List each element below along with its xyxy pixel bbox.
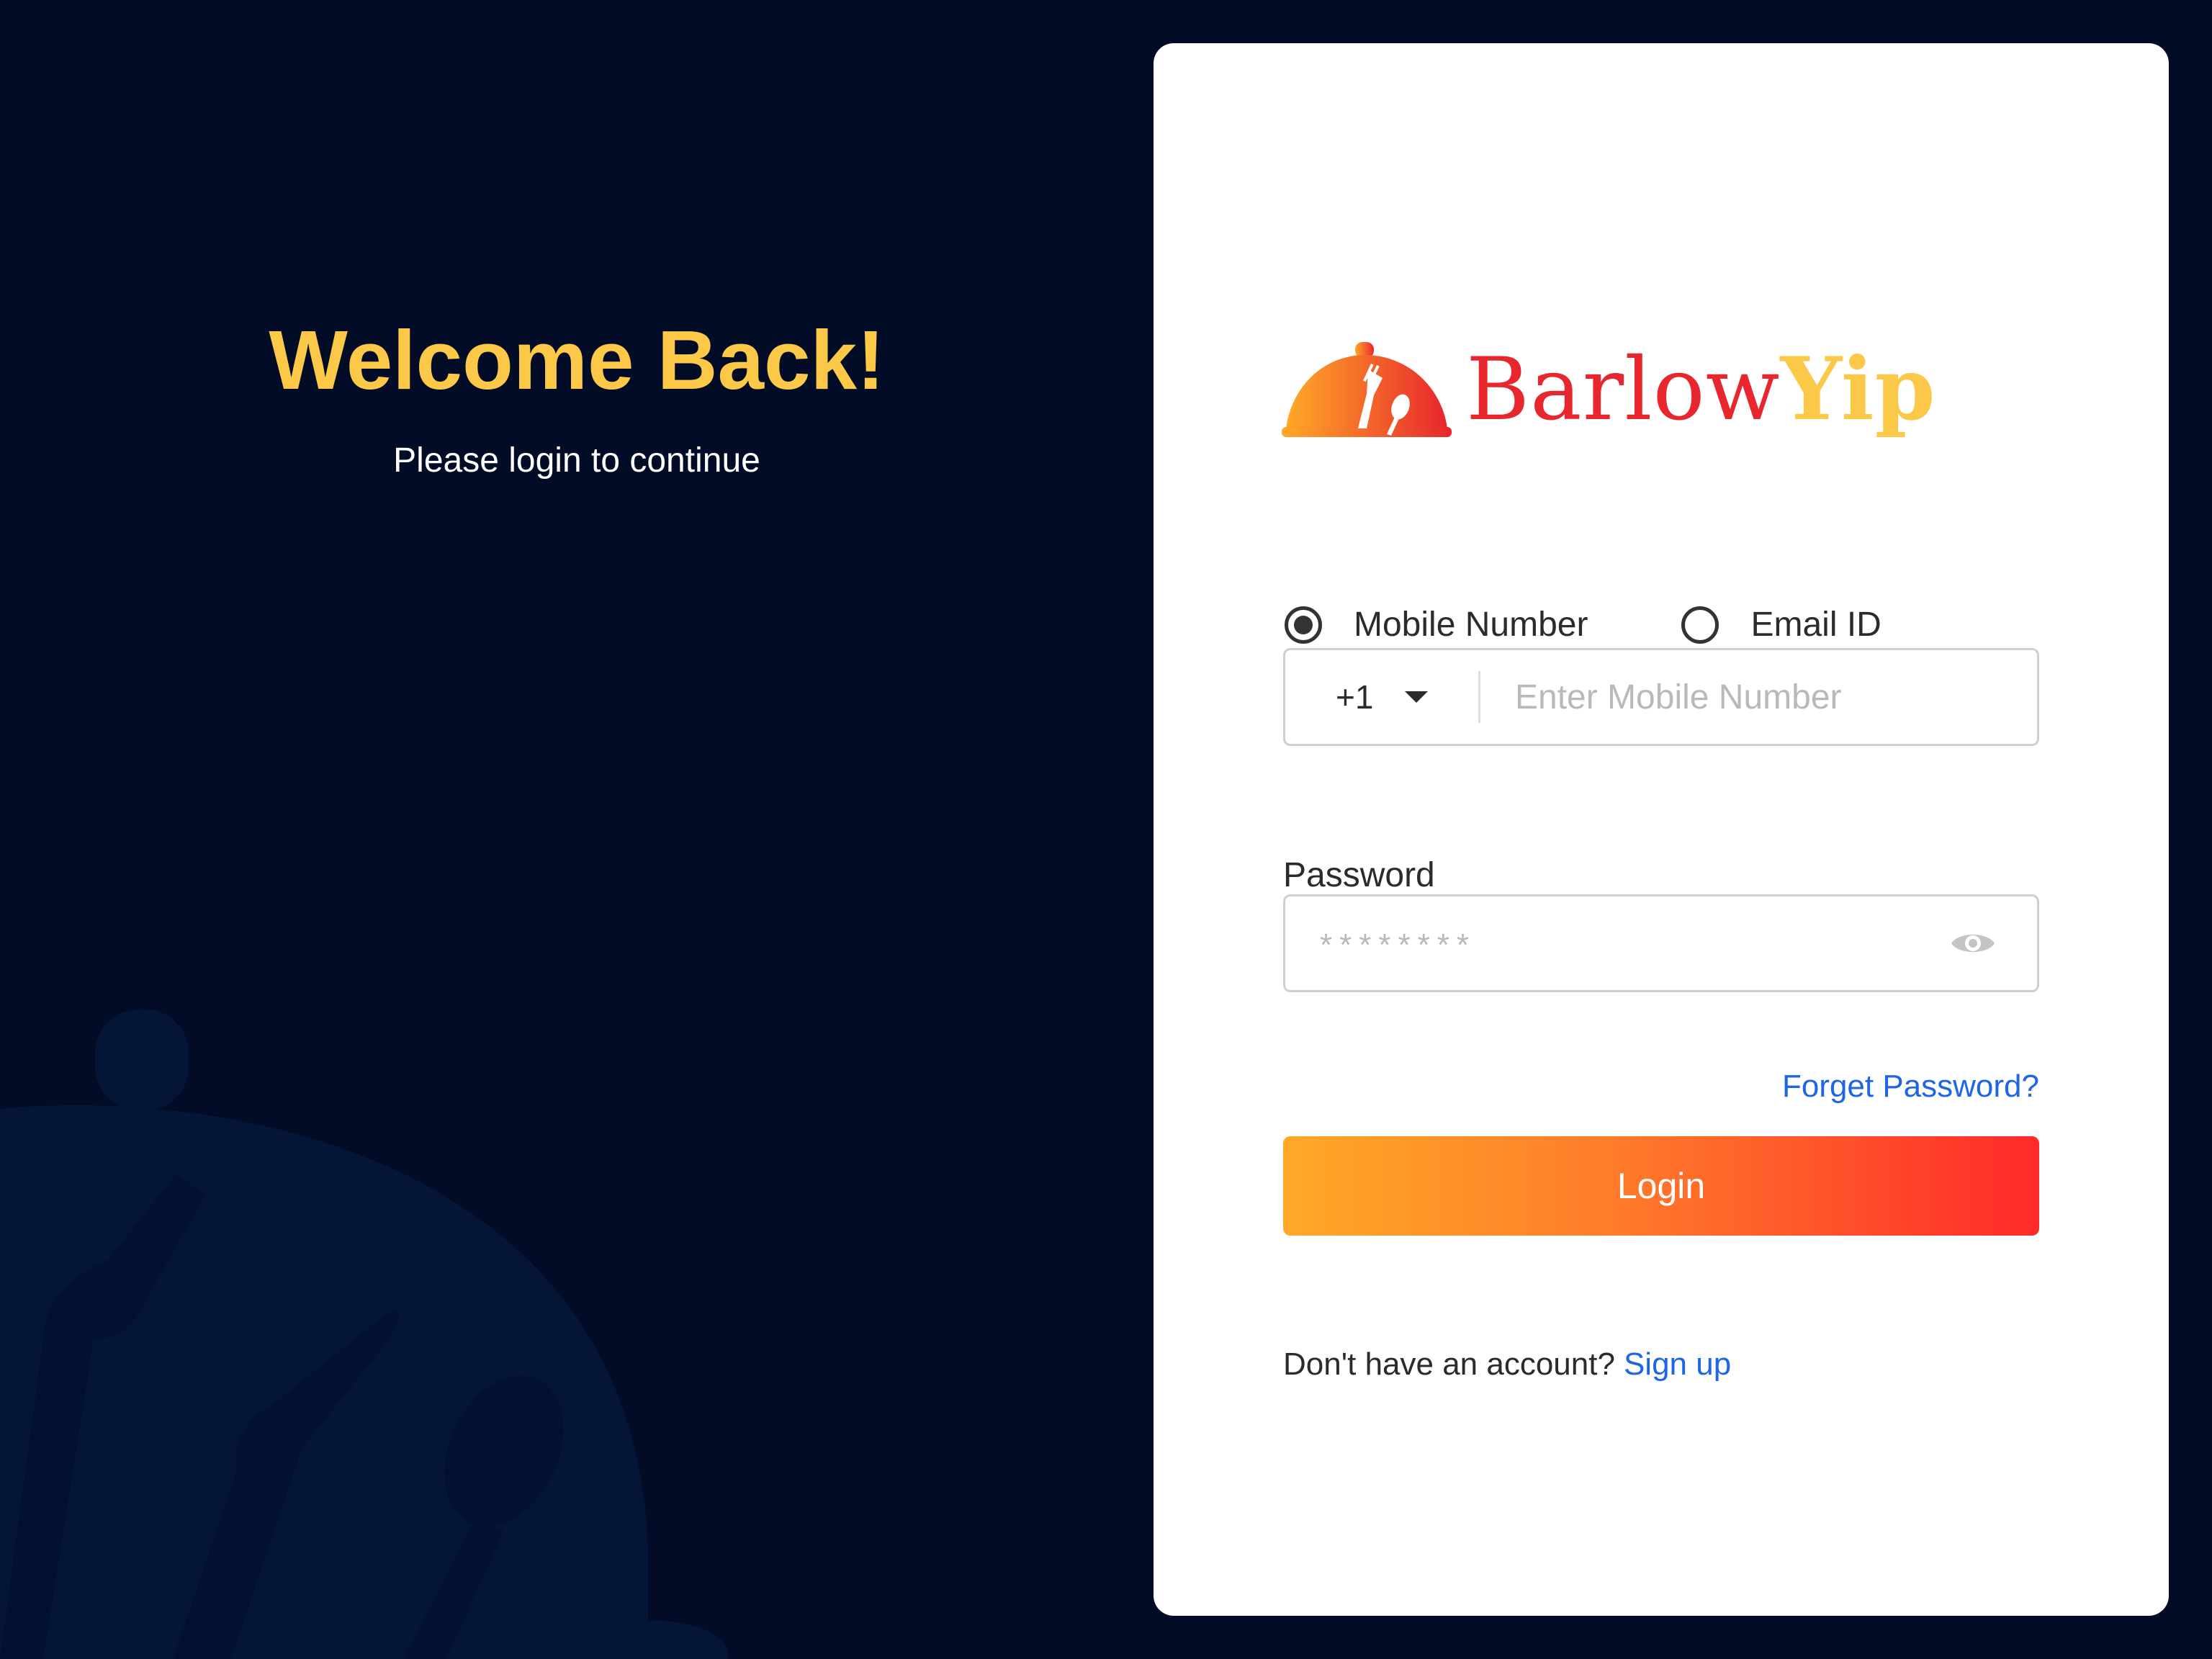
- brand-logo: BarlowYip: [1282, 310, 1936, 468]
- radio-button-email[interactable]: [1681, 606, 1719, 644]
- country-code-value: +1: [1336, 678, 1374, 716]
- country-code-dropdown[interactable]: +1: [1285, 650, 1478, 744]
- cloche-utensils-icon: [1282, 342, 1452, 437]
- mobile-number-field: +1: [1283, 648, 2039, 746]
- brand-name: BarlowYip: [1466, 338, 1936, 440]
- password-label: Password: [1283, 856, 1435, 894]
- radio-option-mobile[interactable]: Mobile Number: [1285, 605, 1588, 644]
- welcome-section: Welcome Back! Please login to continue: [0, 310, 1154, 482]
- brand-name-part1: Barlow: [1466, 339, 1781, 440]
- chevron-down-icon: [1405, 691, 1429, 703]
- field-divider: [1478, 671, 1480, 723]
- radio-button-mobile[interactable]: [1285, 606, 1322, 644]
- radio-option-email[interactable]: Email ID: [1681, 605, 1881, 644]
- signup-link[interactable]: Sign up: [1624, 1346, 1731, 1382]
- password-masked-value: ********: [1320, 927, 1476, 963]
- radio-label-mobile: Mobile Number: [1354, 606, 1588, 644]
- background-cloche-icon: [0, 1010, 729, 1659]
- login-card: BarlowYip Mobile Number Email ID +1 Pass…: [1154, 43, 2169, 1616]
- forgot-password-link[interactable]: Forget Password?: [1782, 1069, 2039, 1105]
- brand-name-part2: Yip: [1780, 338, 1936, 440]
- mobile-number-input[interactable]: [1514, 676, 1977, 718]
- signup-prompt: Don't have an account? Sign up: [1283, 1346, 1731, 1382]
- radio-label-email: Email ID: [1750, 606, 1881, 644]
- eye-icon[interactable]: [1949, 927, 1997, 960]
- welcome-title: Welcome Back!: [269, 313, 885, 407]
- login-method-radio-group: Mobile Number Email ID: [1285, 605, 1881, 644]
- welcome-subtitle: Please login to continue: [393, 441, 760, 480]
- radio-selected-dot: [1294, 615, 1313, 634]
- password-field[interactable]: ********: [1283, 894, 2039, 992]
- login-button[interactable]: Login: [1283, 1136, 2039, 1236]
- no-account-text: Don't have an account?: [1283, 1346, 1615, 1382]
